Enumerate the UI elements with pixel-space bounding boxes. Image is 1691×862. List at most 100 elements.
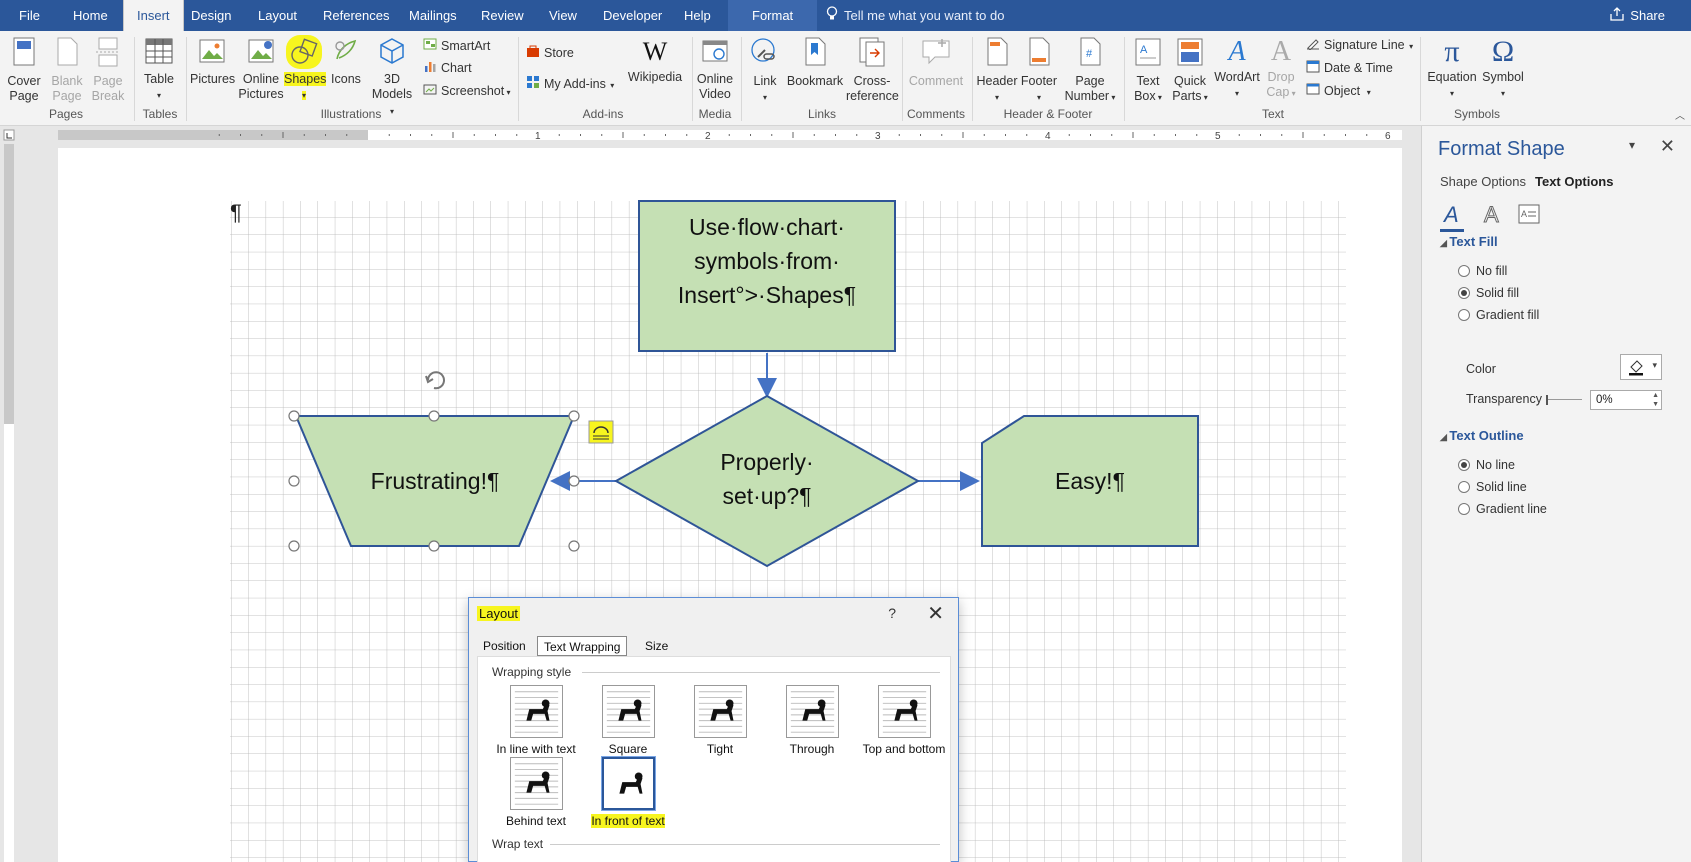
screenshot-button[interactable]: Screenshot ▾ <box>423 81 510 101</box>
blank-page-button[interactable]: Blank Page <box>48 37 86 104</box>
page-break-button[interactable]: Page Break <box>88 37 128 104</box>
tab-layout[interactable]: Layout <box>245 0 310 31</box>
drop-cap-button[interactable]: A Drop Cap ▾ <box>1262 37 1300 101</box>
tab-developer[interactable]: Developer <box>590 0 675 31</box>
tab-references[interactable]: References <box>310 0 402 31</box>
wordart-dropdown-icon: ▾ <box>1234 89 1239 98</box>
tab-review[interactable]: Review <box>468 0 537 31</box>
cross-reference-label: Cross- reference <box>846 74 899 103</box>
close-icon[interactable]: ✕ <box>1660 136 1675 157</box>
cover-page-button[interactable]: Cover Page <box>4 37 44 104</box>
pictures-button[interactable]: Pictures <box>190 37 235 87</box>
ribbon: Cover Page Blank Page Page Break Pages T… <box>0 31 1691 126</box>
chevron-down-icon[interactable]: ▾ <box>1629 138 1635 152</box>
bookmark-button[interactable]: Bookmark <box>786 37 844 89</box>
wrap-inline-option[interactable]: In line with text <box>490 685 582 756</box>
page-number-button[interactable]: # Page Number ▾ <box>1062 37 1118 105</box>
text-outline-section[interactable]: ◢ Text Outline <box>1440 428 1524 443</box>
wrap-through-option[interactable]: Through <box>766 685 858 756</box>
text-box-button[interactable]: A Text Box ▾ <box>1128 37 1168 105</box>
card-shape-text[interactable]: Easy!¶ <box>982 464 1198 498</box>
tab-mailings[interactable]: Mailings <box>396 0 470 31</box>
layout-options-icon[interactable] <box>588 420 614 444</box>
tab-size[interactable]: Size <box>639 636 674 656</box>
radio-icon <box>1458 286 1470 299</box>
tab-shape-options[interactable]: Shape Options <box>1440 174 1526 189</box>
help-button[interactable]: ? <box>888 605 896 621</box>
icons-button[interactable]: Icons <box>326 37 366 87</box>
layout-properties-icon[interactable]: A <box>1518 204 1542 228</box>
shapes-button[interactable]: Shapes ▾ <box>284 35 327 103</box>
tab-help[interactable]: Help <box>671 0 724 31</box>
svg-text:A: A <box>1484 202 1499 226</box>
link-button[interactable]: Link ▾ <box>746 37 784 105</box>
quick-parts-button[interactable]: Quick Parts ▾ <box>1168 37 1212 105</box>
online-pictures-button[interactable]: Online Pictures <box>238 37 284 102</box>
tab-file[interactable]: File <box>6 0 53 31</box>
color-picker-button[interactable]: ▾ <box>1620 354 1662 380</box>
object-button[interactable]: Object ▾ <box>1306 81 1371 101</box>
radio-icon <box>1458 264 1470 277</box>
signature-line-button[interactable]: Signature Line ▾ <box>1306 35 1413 55</box>
manual-operation-text[interactable]: Frustrating!¶ <box>296 464 574 498</box>
solid-fill-option[interactable]: Solid fill <box>1458 284 1519 302</box>
tab-position[interactable]: Position <box>477 636 532 656</box>
solid-line-option[interactable]: Solid line <box>1458 478 1527 496</box>
header-button[interactable]: Header ▾ <box>976 37 1018 105</box>
wordart-button[interactable]: A WordArt ▾ <box>1212 37 1262 101</box>
tab-format[interactable]: Format <box>728 0 818 31</box>
tab-text-options[interactable]: Text Options <box>1535 174 1613 189</box>
bookmark-label: Bookmark <box>786 74 844 88</box>
close-icon[interactable]: ✕ <box>927 601 944 626</box>
store-button[interactable]: Store <box>526 43 574 63</box>
gradient-fill-option[interactable]: Gradient fill <box>1458 306 1539 324</box>
tell-me-search[interactable]: Tell me what you want to do <box>826 0 1004 31</box>
wrap-tight-option[interactable]: Tight <box>674 685 766 756</box>
process-shape-text[interactable]: Use·flow·chart· symbols·from· Insert°>·S… <box>639 210 895 312</box>
tab-view[interactable]: View <box>536 0 590 31</box>
collapse-ribbon-icon[interactable]: ︿ <box>1675 107 1685 122</box>
tab-home[interactable]: Home <box>60 0 121 31</box>
wrap-square-option[interactable]: Square <box>582 685 674 756</box>
page-break-label: Page Break <box>91 74 125 103</box>
transparency-slider[interactable] <box>1546 395 1582 405</box>
smartart-label: SmartArt <box>441 39 491 53</box>
equation-dropdown-icon: ▾ <box>1449 89 1454 98</box>
comment-button[interactable]: Comment <box>906 37 966 89</box>
no-line-option[interactable]: No line <box>1458 456 1515 474</box>
equation-button[interactable]: π Equation ▾ <box>1424 37 1480 101</box>
cross-reference-button[interactable]: Cross- reference <box>846 37 899 104</box>
gradient-line-option[interactable]: Gradient line <box>1458 500 1547 518</box>
text-fill-outline-icon[interactable]: A <box>1440 202 1464 232</box>
decision-shape-text[interactable]: Properly· set·up?¶ <box>658 445 876 513</box>
transparency-input[interactable]: 0% ▲ ▼ <box>1590 390 1662 410</box>
wrap-text-label: Wrap text <box>492 837 544 851</box>
my-addins-label: My Add-ins <box>544 77 606 91</box>
online-video-button[interactable]: Online Video <box>694 37 736 102</box>
horizontal-ruler[interactable]: 1 2 3 4 5 6 <box>0 126 1420 144</box>
transparency-label: Transparency <box>1466 392 1542 406</box>
chart-button[interactable]: Chart <box>423 58 472 78</box>
smartart-button[interactable]: SmartArt <box>423 36 490 56</box>
text-effects-icon[interactable]: A <box>1480 202 1504 232</box>
text-box-icon: A <box>1128 37 1168 71</box>
footer-button[interactable]: Footer ▾ <box>1018 37 1060 105</box>
text-fill-section[interactable]: ◢ Text Fill <box>1440 234 1498 249</box>
my-addins-button[interactable]: My Add-ins ▾ <box>526 74 614 94</box>
table-button[interactable]: Table ▾ <box>140 37 178 103</box>
date-time-button[interactable]: Date & Time <box>1306 58 1393 78</box>
wikipedia-button[interactable]: W Wikipedia <box>626 37 684 85</box>
tab-insert[interactable]: Insert <box>123 0 184 31</box>
tab-design[interactable]: Design <box>178 0 244 31</box>
gradient-line-label: Gradient line <box>1476 502 1547 516</box>
vertical-ruler[interactable] <box>0 144 18 862</box>
symbol-button[interactable]: Ω Symbol ▾ <box>1480 37 1526 101</box>
no-fill-option[interactable]: No fill <box>1458 262 1507 280</box>
wrap-behind-option[interactable]: Behind text <box>490 757 582 828</box>
share-button[interactable]: Share <box>1610 0 1665 31</box>
wrap-in-front-option[interactable]: In front of text <box>582 756 674 828</box>
wrap-top-bottom-option[interactable]: Top and bottom <box>858 685 950 756</box>
svg-text:#: # <box>1086 48 1093 60</box>
bookmark-icon <box>786 37 844 71</box>
tab-text-wrapping[interactable]: Text Wrapping <box>537 636 628 656</box>
